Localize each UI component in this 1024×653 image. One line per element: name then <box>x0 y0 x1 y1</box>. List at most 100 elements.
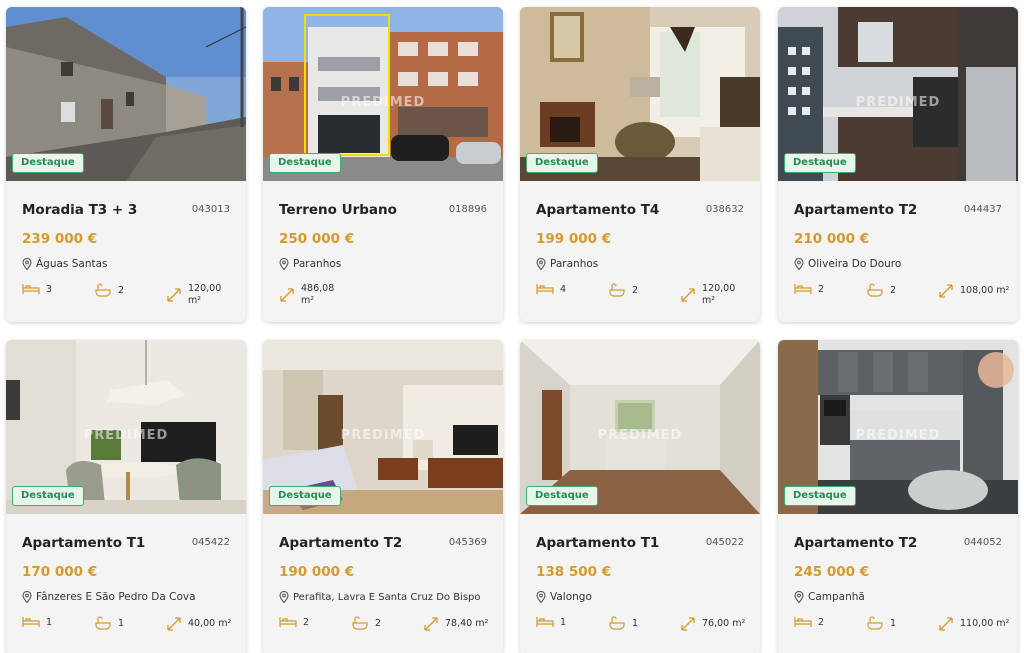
bed-icon <box>794 617 812 627</box>
location-text: Perafita, Lavra E Santa Cruz Do Bispo <box>293 591 481 603</box>
bedrooms: 2 <box>279 616 309 628</box>
bedrooms-count: 2 <box>303 616 310 628</box>
area: 120,00 m² <box>166 283 222 307</box>
area: 110,00 m² <box>938 616 1009 632</box>
featured-badge: Destaque <box>269 486 341 506</box>
listing-price: 239 000 € <box>22 231 98 247</box>
area-icon <box>167 288 181 302</box>
area: 108,00 m² <box>938 283 1009 299</box>
bed-icon <box>536 284 554 294</box>
area-icon <box>939 284 953 298</box>
featured-badge: Destaque <box>12 153 84 173</box>
area-value: 120,00 m² <box>188 283 222 306</box>
listing-card[interactable]: Destaque Apartamento T4 038632 199 000 €… <box>520 7 760 322</box>
listing-reference: 044437 <box>963 204 1002 215</box>
listing-reference: 045369 <box>448 537 487 548</box>
listing-location: Campanhã <box>794 591 865 603</box>
location-pin-icon <box>279 258 289 270</box>
bathrooms: 2 <box>608 283 638 297</box>
bathrooms-count: 1 <box>890 617 897 629</box>
listings-grid: Destaque Moradia T3 + 3 043013 239 000 €… <box>0 0 1024 653</box>
area-value: 78,40 m² <box>445 618 489 629</box>
location-text: Campanhã <box>808 591 865 603</box>
listing-title[interactable]: Apartamento T1 <box>536 535 659 551</box>
area-icon <box>681 288 695 302</box>
featured-badge: Destaque <box>526 486 598 506</box>
listing-reference: 018896 <box>448 204 487 215</box>
listing-card[interactable]: PREDIMED Destaque Apartamento T2 044437 … <box>778 7 1018 322</box>
listing-card[interactable]: Destaque Moradia T3 + 3 043013 239 000 €… <box>6 7 246 322</box>
listing-card[interactable]: PREDIMED Destaque Apartamento T1 045422 … <box>6 340 246 653</box>
bathrooms-count: 2 <box>632 284 639 296</box>
location-text: Paranhos <box>293 258 342 270</box>
listing-card[interactable]: PREDIMED Destaque Terreno Urbano 018896 … <box>263 7 503 322</box>
listing-title[interactable]: Apartamento T1 <box>22 535 145 551</box>
listing-price: 245 000 € <box>794 564 870 580</box>
location-pin-icon <box>794 591 804 603</box>
watermark: PREDIMED <box>597 428 683 443</box>
watermark: PREDIMED <box>340 95 426 110</box>
location-text: Paranhos <box>550 258 599 270</box>
watermark: PREDIMED <box>83 428 169 443</box>
area: 76,00 m² <box>680 616 745 632</box>
listing-location: Valongo <box>536 591 592 603</box>
bed-icon <box>536 617 554 627</box>
listing-price: 138 500 € <box>536 564 612 580</box>
area-value: 108,00 m² <box>960 285 1010 296</box>
watermark: PREDIMED <box>855 95 941 110</box>
bedrooms-count: 1 <box>46 616 53 628</box>
bath-icon <box>867 283 883 297</box>
listing-price: 199 000 € <box>536 231 612 247</box>
listing-location: Paranhos <box>536 258 598 270</box>
bathrooms: 1 <box>866 616 896 630</box>
area: 486,08 m² <box>279 283 335 307</box>
featured-badge: Destaque <box>784 486 856 506</box>
bed-icon <box>279 617 297 627</box>
listing-reference: 045022 <box>705 537 744 548</box>
listing-card[interactable]: PREDIMED Destaque Apartamento T2 044052 … <box>778 340 1018 653</box>
location-pin-icon <box>794 258 804 270</box>
listing-title[interactable]: Apartamento T4 <box>536 202 659 218</box>
listing-card[interactable]: PREDIMED Destaque Apartamento T2 045369 … <box>263 340 503 653</box>
area-value: 76,00 m² <box>702 618 746 629</box>
area: 40,00 m² <box>166 616 231 632</box>
bathrooms: 2 <box>94 283 124 297</box>
bed-icon <box>22 284 40 294</box>
listing-price: 210 000 € <box>794 231 870 247</box>
listing-title[interactable]: Apartamento T2 <box>279 535 402 551</box>
location-text: Oliveira Do Douro <box>808 258 902 270</box>
bathrooms-count: 2 <box>375 617 382 629</box>
watermark: PREDIMED <box>855 428 941 443</box>
bathrooms-count: 2 <box>118 284 125 296</box>
bath-icon <box>95 283 111 297</box>
listing-title[interactable]: Apartamento T2 <box>794 202 917 218</box>
location-pin-icon <box>536 591 546 603</box>
listing-reference: 043013 <box>191 204 230 215</box>
listing-location: Paranhos <box>279 258 341 270</box>
bath-icon <box>609 616 625 630</box>
listing-price: 170 000 € <box>22 564 98 580</box>
bedrooms: 4 <box>536 283 566 295</box>
listing-card[interactable]: PREDIMED Destaque Apartamento T1 045022 … <box>520 340 760 653</box>
bath-icon <box>867 616 883 630</box>
listing-location: Águas Santas <box>22 258 108 270</box>
bed-icon <box>22 617 40 627</box>
bathrooms: 2 <box>351 616 381 630</box>
bathrooms-count: 2 <box>890 284 897 296</box>
location-pin-icon <box>22 258 32 270</box>
listing-reference: 045422 <box>191 537 230 548</box>
featured-badge: Destaque <box>12 486 84 506</box>
area-value: 486,08 m² <box>301 283 335 306</box>
bed-icon <box>794 284 812 294</box>
area-icon <box>939 617 953 631</box>
listing-reference: 038632 <box>705 204 744 215</box>
listing-title[interactable]: Moradia T3 + 3 <box>22 202 137 218</box>
area-icon <box>424 617 438 631</box>
bathrooms-count: 1 <box>632 617 639 629</box>
featured-badge: Destaque <box>526 153 598 173</box>
listing-title[interactable]: Apartamento T2 <box>794 535 917 551</box>
listing-title[interactable]: Terreno Urbano <box>279 202 397 218</box>
area-icon <box>280 288 294 302</box>
listing-location: Oliveira Do Douro <box>794 258 901 270</box>
bedrooms: 1 <box>22 616 52 628</box>
